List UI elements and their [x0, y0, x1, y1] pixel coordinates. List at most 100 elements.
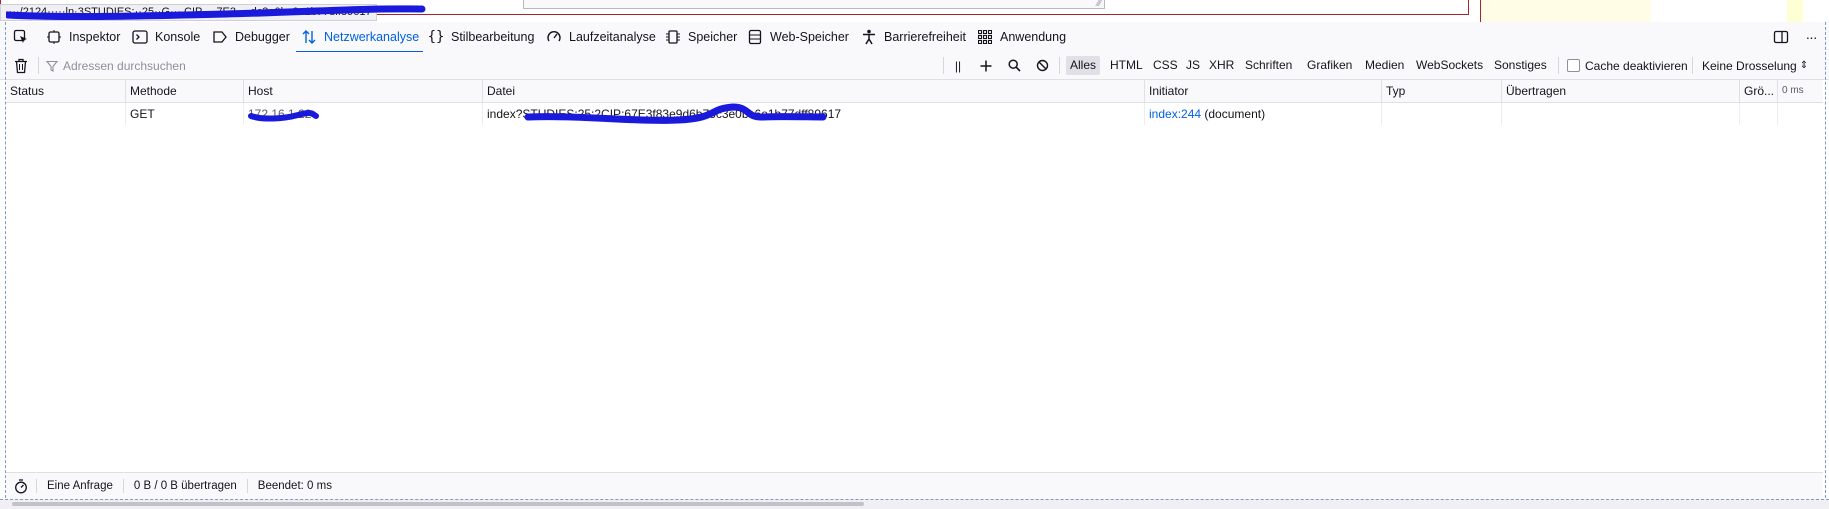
tab-storage[interactable]: Web-Speicher	[746, 22, 849, 52]
filter-type-js[interactable]: JS	[1182, 56, 1204, 75]
request-count: Eine Anfrage	[37, 479, 124, 493]
tab-label: Inspektor	[69, 30, 121, 44]
tab-performance[interactable]: Laufzeitanalyse	[545, 22, 656, 52]
filter-type-css[interactable]: CSS	[1149, 56, 1182, 75]
initiator-link[interactable]: index:244	[1149, 107, 1201, 121]
pick-element-icon	[13, 29, 27, 43]
resize-grip-icon: ⁄⁄⁄	[1096, 0, 1101, 8]
column-header-initiator[interactable]: Initiator	[1144, 80, 1381, 102]
filter-type-all[interactable]: Alles	[1066, 56, 1101, 75]
checkbox-box	[1567, 59, 1580, 72]
disable-cache-checkbox[interactable]: Cache deaktivieren	[1567, 52, 1688, 79]
throttle-select[interactable]: Keine Drosselung ⇕	[1702, 52, 1808, 79]
disable-cache-label: Cache deaktivieren	[1585, 58, 1688, 73]
storage-icon	[746, 28, 764, 46]
finished-time: Beendet: 0 ms	[257, 480, 332, 492]
dock-toggle-button[interactable]	[1769, 22, 1793, 52]
tab-label: Laufzeitanalyse	[569, 30, 656, 44]
cell-status	[6, 103, 125, 125]
cell-file: index?STUDIES:25:2CIP:67E3f83e9d6b78c3e0…	[482, 103, 1144, 125]
frame-border-right	[1825, 22, 1827, 498]
tab-application[interactable]: Anwendung	[976, 22, 1066, 52]
tab-label: Speicher	[688, 30, 738, 44]
cell-method: GET	[125, 103, 243, 125]
tab-console[interactable]: Konsole	[131, 22, 200, 52]
filter-type-images[interactable]: Grafiken	[1303, 56, 1356, 75]
column-header-size[interactable]: Grö...	[1739, 80, 1777, 102]
network-statusbar: Eine Anfrage 0 B / 0 B übertragen Beende…	[6, 472, 1823, 499]
trash-icon	[15, 58, 27, 73]
filter-type-other[interactable]: Sonstiges	[1490, 56, 1551, 75]
request-table-header: Status Methode Host Datei Initiator Typ …	[6, 80, 1823, 103]
plus-icon	[980, 60, 992, 71]
tab-label: Debugger	[235, 30, 290, 44]
filter-placeholder: Adressen durchsuchen	[63, 58, 186, 73]
add-request-button[interactable]	[975, 52, 997, 79]
cell-type	[1381, 103, 1501, 125]
cell-initiator: index:244 (document)	[1144, 103, 1381, 125]
tab-inspector[interactable]: Inspektor	[45, 22, 120, 52]
throttle-value: Keine Drosselung	[1702, 58, 1797, 73]
clear-button[interactable]	[10, 52, 32, 79]
filter-type-xhr[interactable]: XHR	[1205, 56, 1238, 75]
debugger-icon	[211, 28, 229, 46]
frame-border-left	[5, 22, 7, 498]
dock-icon	[1773, 30, 1789, 44]
tab-label: Konsole	[155, 30, 201, 44]
search-icon	[1007, 59, 1021, 72]
filter-icon	[46, 60, 58, 72]
select-arrow-icon: ⇕	[1799, 60, 1809, 71]
pause-button[interactable]: ||	[947, 52, 969, 79]
tab-accessibility[interactable]: Barrierefreiheit	[860, 22, 966, 52]
network-icon	[300, 28, 318, 46]
tab-label: Barrierefreiheit	[884, 30, 966, 44]
url-filter-input[interactable]: Adressen durchsuchen	[46, 52, 186, 79]
accessibility-icon	[860, 28, 878, 46]
tab-memory[interactable]: Speicher	[664, 22, 737, 52]
tab-label: Web-Speicher	[770, 30, 849, 44]
more-options-button[interactable]: ···	[1799, 22, 1823, 52]
toolbar-divider	[1059, 57, 1060, 74]
column-header-type[interactable]: Typ	[1381, 80, 1501, 102]
scrollbar-thumb[interactable]	[12, 502, 864, 506]
column-header-file[interactable]: Datei	[482, 80, 1144, 102]
filter-type-html[interactable]: HTML	[1106, 56, 1147, 75]
initiator-note: (document)	[1204, 107, 1266, 121]
tab-debugger[interactable]: Debugger	[211, 22, 290, 52]
page-side-panel	[1480, 0, 1651, 22]
filter-type-fonts[interactable]: Schriften	[1241, 56, 1296, 75]
column-header-method[interactable]: Methode	[125, 80, 243, 102]
block-button[interactable]	[1031, 52, 1053, 79]
tab-style-editor[interactable]: {} Stilbearbeitung	[427, 22, 535, 52]
application-icon	[976, 28, 994, 46]
tab-label: Anwendung	[1000, 30, 1067, 44]
block-icon	[1036, 59, 1048, 72]
pick-element-button[interactable]	[9, 22, 33, 52]
cell-transferred	[1501, 103, 1739, 125]
toolbar-divider	[943, 57, 944, 74]
column-header-host[interactable]: Host	[243, 80, 482, 102]
inspector-icon	[45, 28, 63, 46]
transfer-summary: 0 B / 0 B übertragen	[124, 479, 248, 493]
devtools-tabbar: Inspektor Konsole Debugger Netzwerkanaly…	[0, 22, 1829, 53]
tab-network[interactable]: Netzwerkanalyse	[295, 22, 424, 53]
cell-host: 172.16.1.22	[243, 103, 482, 125]
table-row[interactable]: GET 172.16.1.22 index?STUDIES:25:2CIP:67…	[6, 103, 1823, 125]
search-button[interactable]	[1003, 52, 1025, 79]
cell-size	[1739, 103, 1777, 125]
column-header-transferred[interactable]: Übertragen	[1501, 80, 1739, 102]
column-header-waterfall[interactable]: 0 ms	[1777, 80, 1823, 102]
column-header-status[interactable]: Status	[6, 80, 125, 102]
more-options-icon: ···	[1805, 29, 1818, 45]
cell-waterfall	[1777, 103, 1823, 125]
braces-icon: {}	[427, 29, 445, 45]
pause-icon: ||	[954, 58, 962, 73]
toolbar-divider	[1558, 57, 1559, 74]
filter-type-media[interactable]: Medien	[1361, 56, 1408, 75]
network-toolbar: Adressen durchsuchen || Alles HTML CSS J…	[0, 52, 1829, 80]
toolbar-divider	[1692, 57, 1693, 74]
performance-button[interactable]	[6, 478, 37, 493]
console-icon	[131, 28, 149, 46]
request-table-body: GET 172.16.1.22 index?STUDIES:25:2CIP:67…	[6, 103, 1823, 471]
filter-type-websockets[interactable]: WebSockets	[1412, 56, 1487, 75]
